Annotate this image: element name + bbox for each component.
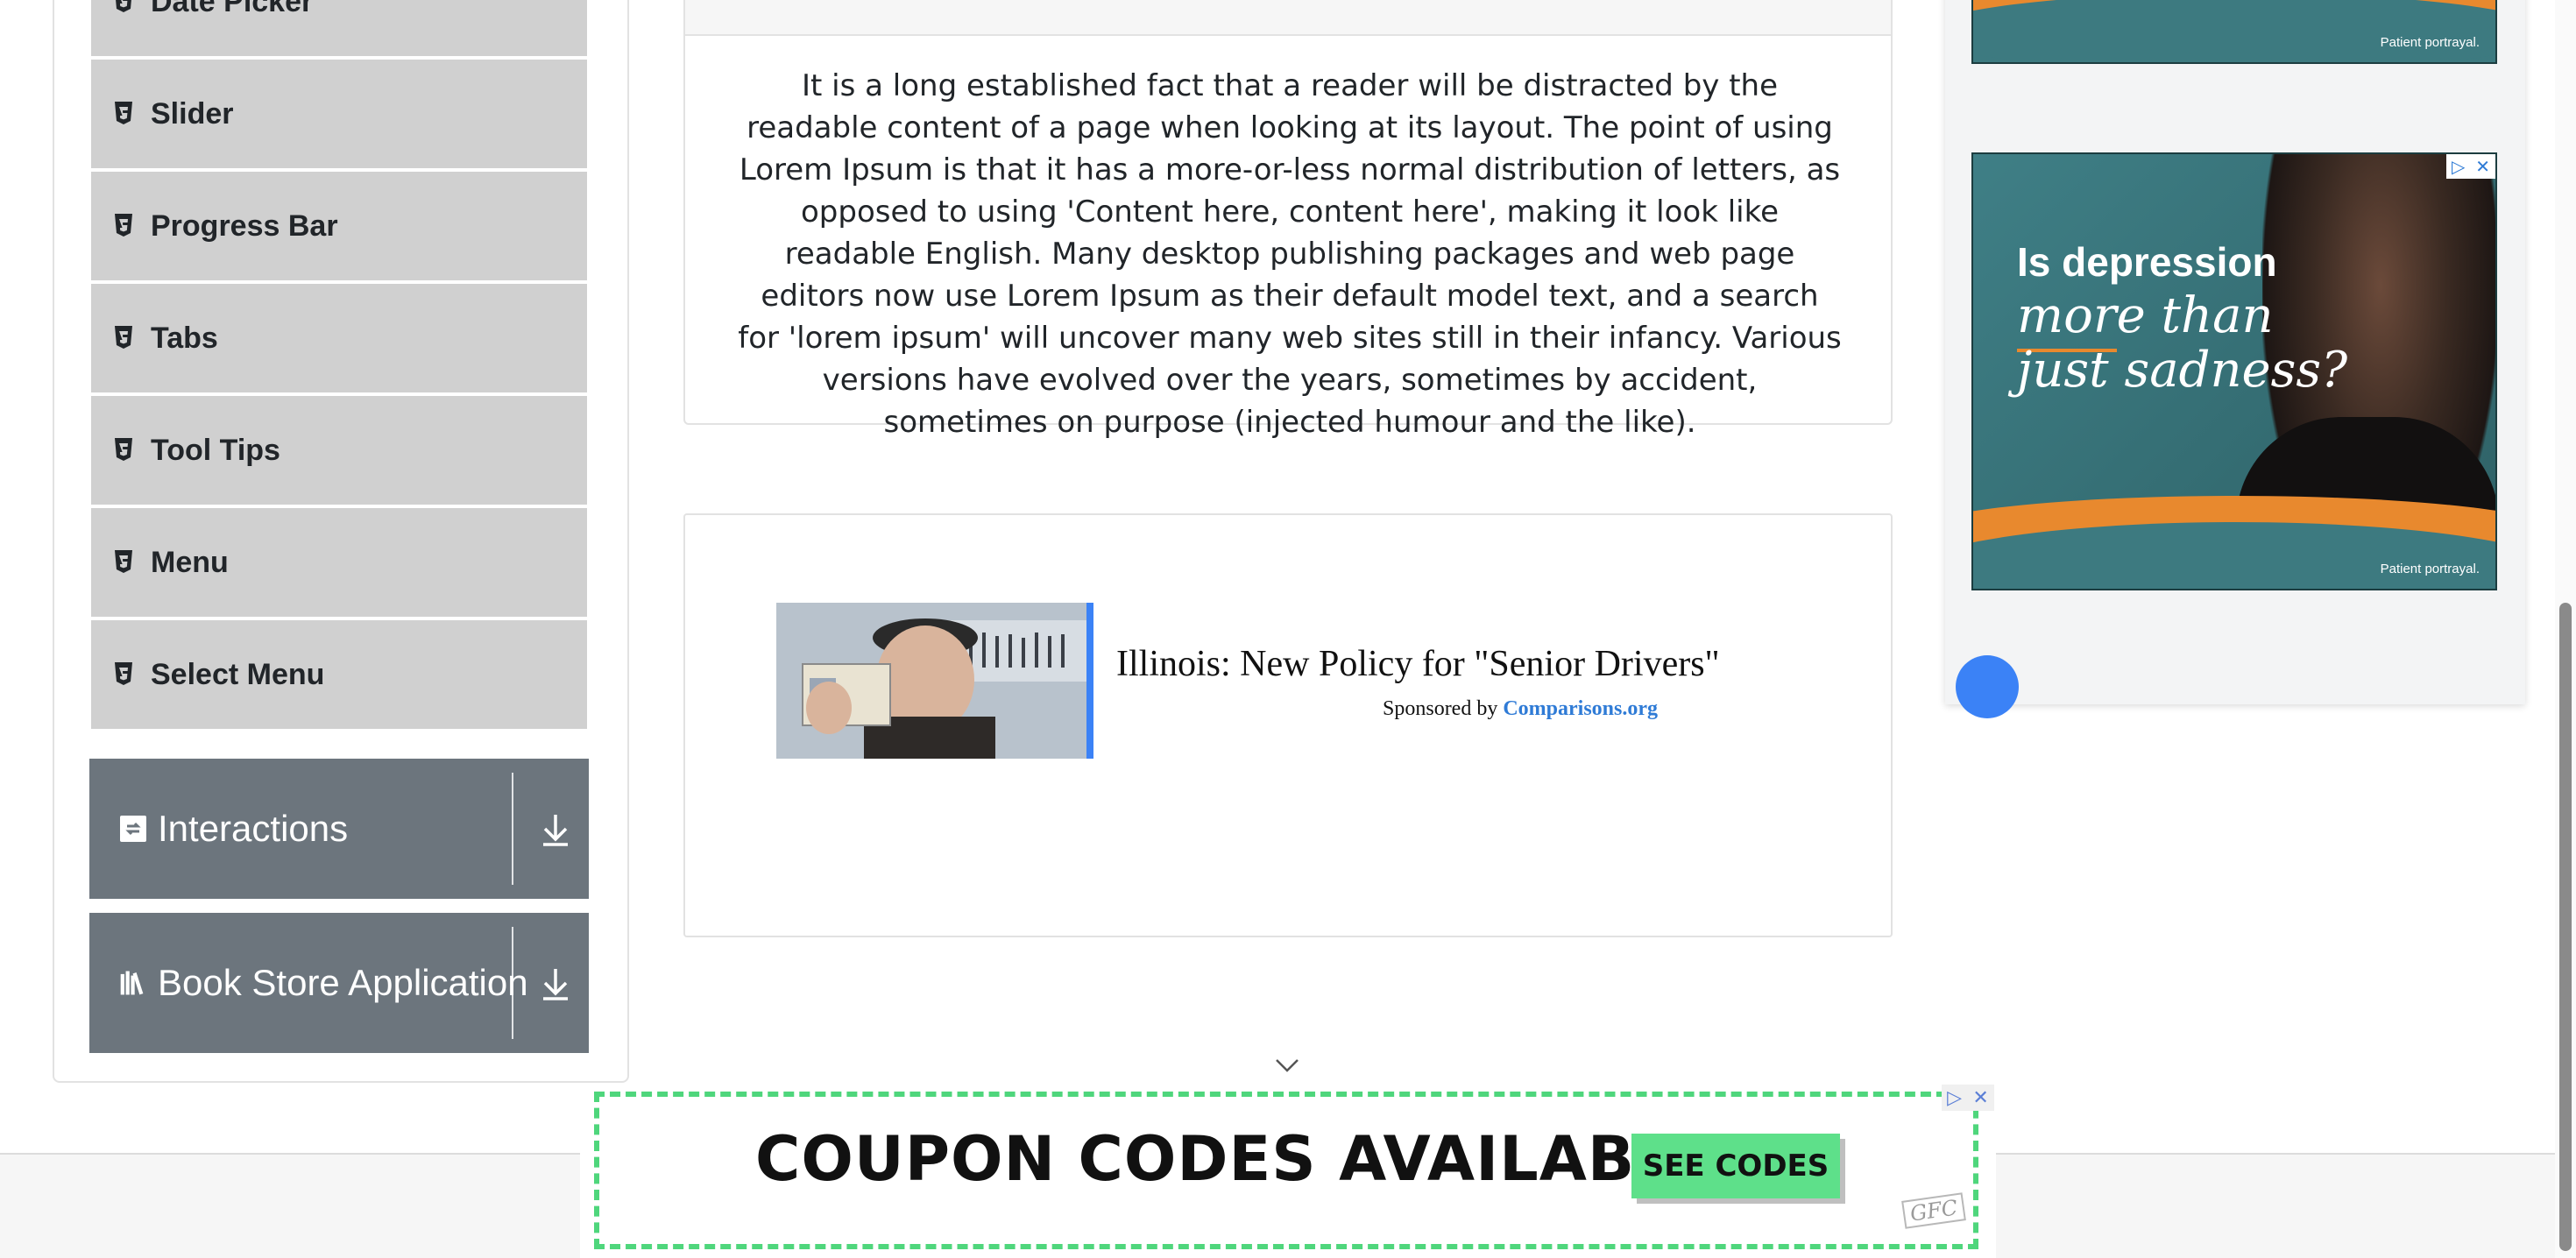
group-divider [512, 927, 513, 1039]
card-header [685, 0, 1891, 36]
chevron-down-icon[interactable] [1274, 1057, 1300, 1074]
sidebar-item-menu[interactable]: Menu [91, 508, 587, 617]
patient-portrayal-label: Patient portrayal. [2380, 562, 2480, 576]
download-icon[interactable] [540, 809, 571, 848]
close-icon[interactable]: ✕ [1972, 1087, 1988, 1109]
sidebar-item-date-picker[interactable]: Date Picker [91, 0, 587, 56]
sidebar-item-slider[interactable]: Slider [91, 60, 587, 168]
html5-icon [114, 549, 137, 576]
group-header-label: Interactions [158, 808, 349, 849]
sidebar-item-label: Progress Bar [151, 208, 338, 243]
html5-icon [114, 101, 137, 127]
see-codes-button[interactable]: SEE CODES [1631, 1134, 1840, 1198]
html5-icon [114, 661, 137, 688]
ad-line-1: Is depression [2017, 239, 2277, 285]
sidebar-item-label: Select Menu [151, 657, 325, 691]
download-icon[interactable] [540, 964, 571, 1002]
html5-icon [114, 213, 137, 239]
ad-choices[interactable]: ▷ ✕ [1942, 1085, 1994, 1111]
book-store-icon [119, 967, 147, 999]
sidebar-item-label: Menu [151, 545, 229, 579]
coupon-headline[interactable]: COUPON CODES AVAILABLE [755, 1123, 1718, 1195]
html5-icon [114, 437, 137, 463]
html5-icon [114, 0, 137, 15]
group-header-label: Book Store Application [158, 962, 528, 1003]
content-card: It is a long established fact that a rea… [683, 0, 1893, 440]
lorem-paragraph: It is a long established fact that a rea… [738, 68, 1842, 440]
ad-sponsor[interactable]: Sponsored by Comparisons.org [1383, 697, 1658, 721]
group-header-interactions[interactable]: Interactions [89, 759, 589, 899]
interactions-icon [119, 813, 147, 845]
sidebar-item-progress-bar[interactable]: Progress Bar [91, 172, 587, 280]
group-divider [512, 773, 513, 885]
sidebar-item-select-menu[interactable]: Select Menu [91, 620, 587, 729]
sponsor-link[interactable]: Comparisons.org [1503, 697, 1658, 720]
sponsored-ad-card[interactable]: Illinois: New Policy for "Senior Drivers… [683, 513, 1893, 937]
sponsor-prefix: Sponsored by [1383, 697, 1498, 720]
sidebar-item-label: Tabs [151, 321, 218, 355]
sidebar-item-label: Tool Tips [151, 433, 280, 467]
close-icon[interactable]: ✕ [2475, 156, 2490, 177]
ad-line-2: more than [2017, 287, 2274, 344]
ad-teal-swoosh [1973, 0, 2495, 62]
sidebar-item-tool-tips[interactable]: Tool Tips [91, 396, 587, 505]
floating-action-button[interactable] [1956, 655, 2019, 718]
ad-accent-bar [1086, 603, 1093, 759]
group-header-book-store[interactable]: Book Store Application [89, 913, 589, 1053]
sidebar-item-label: Slider [151, 96, 234, 131]
html5-icon [114, 325, 137, 351]
scrollbar-thumb[interactable] [2559, 603, 2572, 1251]
ad-info-icon[interactable]: ▷ [1947, 1087, 1962, 1109]
depression-ad[interactable]: Is depression more than just sadness? Pa… [1971, 152, 2497, 590]
depression-ad-top[interactable]: Patient portrayal. [1971, 0, 2497, 64]
ad-choices[interactable]: ▷ ✕ [2446, 154, 2495, 179]
ad-photo[interactable] [776, 603, 1093, 759]
ad-line-3: just sadness? [2017, 342, 2348, 399]
ad-info-icon[interactable]: ▷ [2452, 156, 2465, 177]
sidebar-item-tabs[interactable]: Tabs [91, 284, 587, 392]
ad-teal-swoosh [1973, 522, 2495, 589]
ad-headline[interactable]: Illinois: New Policy for "Senior Drivers… [1116, 643, 1720, 685]
patient-portrayal-label: Patient portrayal. [2380, 35, 2480, 50]
sidebar-item-label: Date Picker [151, 0, 314, 18]
